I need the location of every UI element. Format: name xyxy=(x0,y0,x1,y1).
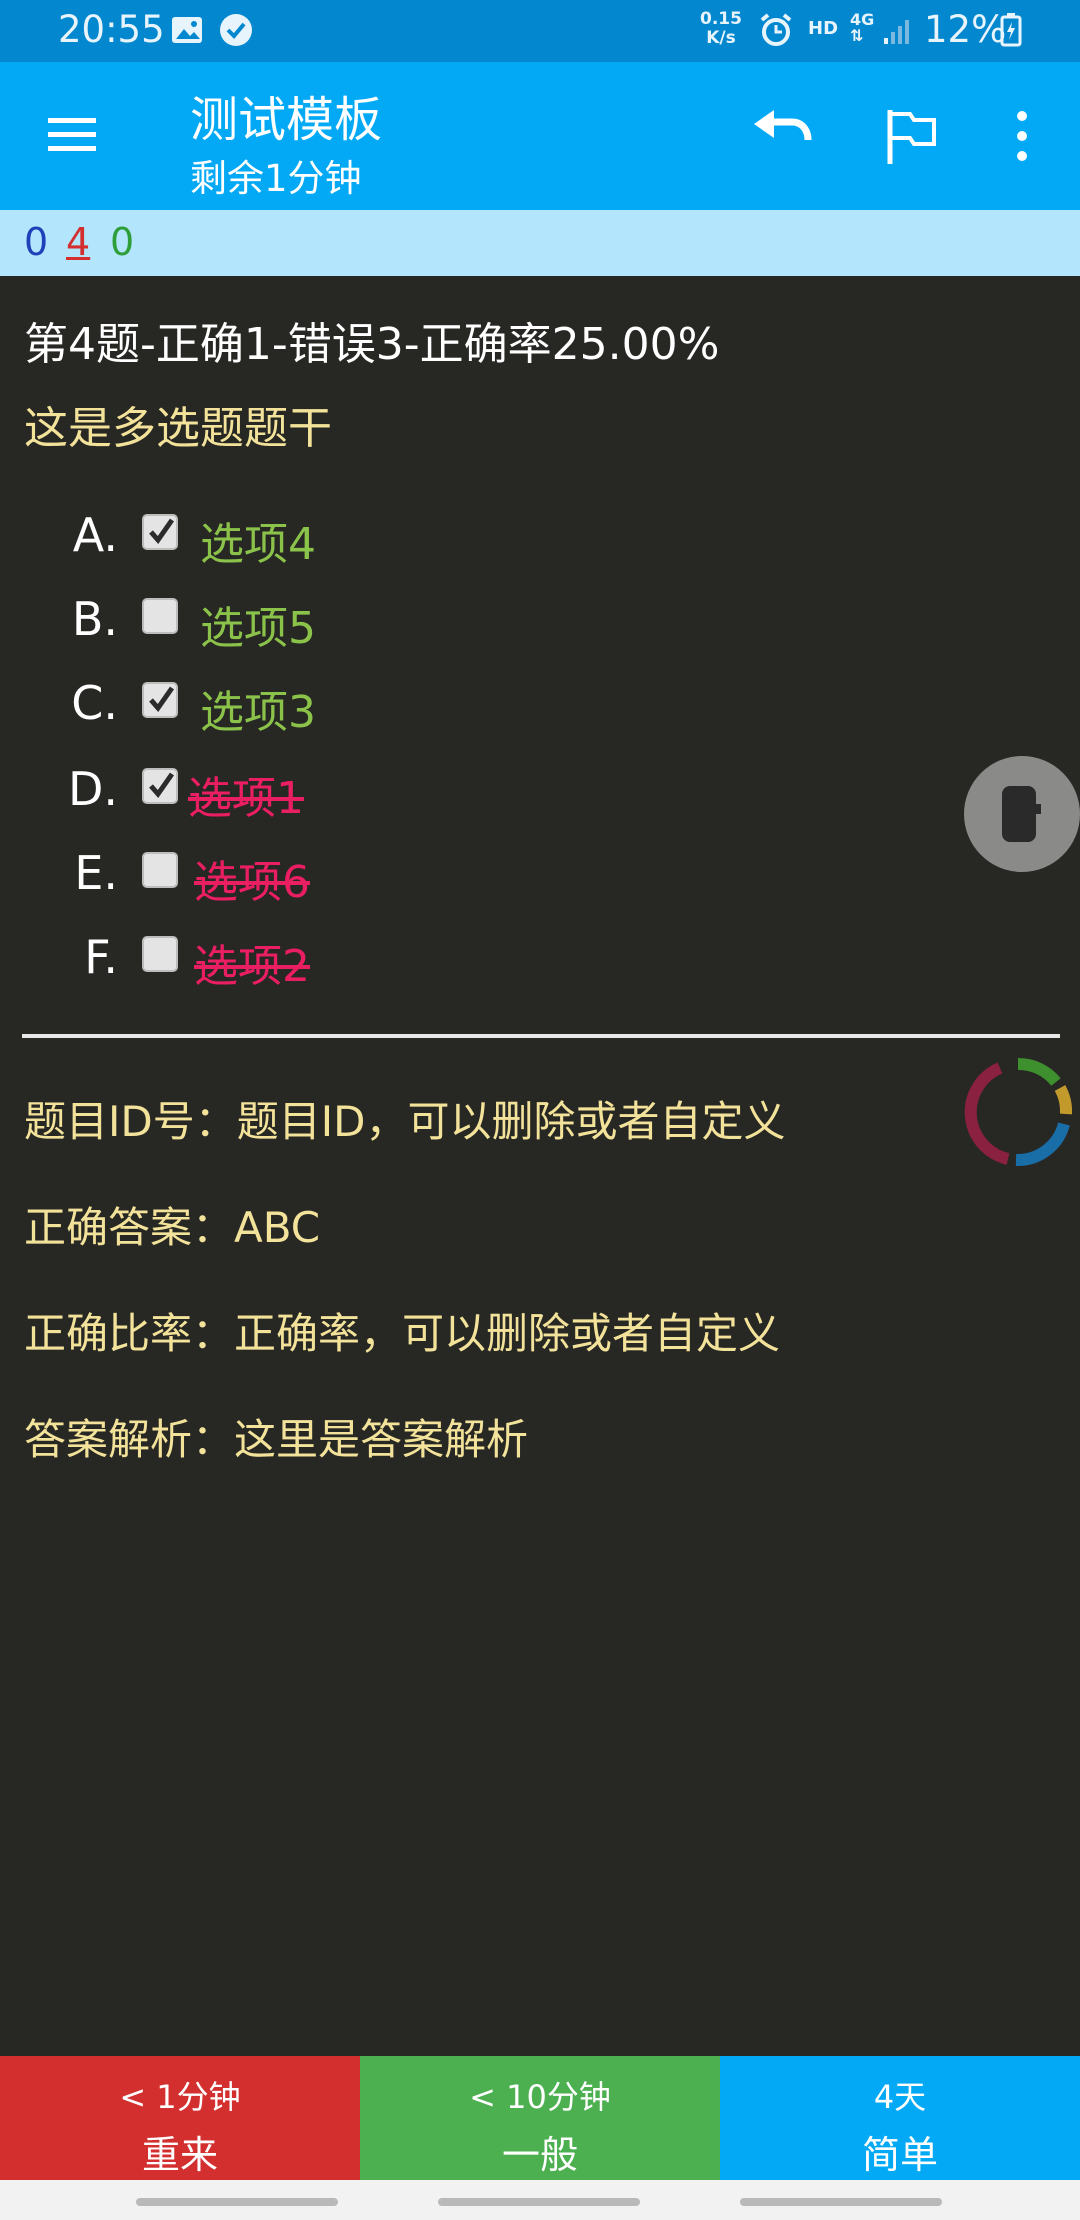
easy-interval: 4天 xyxy=(873,2078,927,2116)
hd-indicator: HD xyxy=(808,18,839,39)
option-f[interactable]: F. 选项2 xyxy=(0,924,400,994)
easy-label: 简单 xyxy=(861,2133,938,2177)
option-letter: D. xyxy=(67,762,118,816)
answer-divider xyxy=(22,1034,1060,1038)
good-button[interactable]: < 10分钟 一般 xyxy=(360,2056,720,2180)
app-notification-icon xyxy=(218,12,254,48)
page-title: 测试模板 xyxy=(190,92,383,148)
option-letter: A. xyxy=(72,508,118,562)
option-label: 选项4 xyxy=(200,519,316,570)
option-label: 选项2 xyxy=(194,941,310,992)
option-label: 选项1 xyxy=(188,773,304,824)
nav-recents-button[interactable] xyxy=(136,2198,338,2206)
app-bar: 测试模板 剩余1分钟 xyxy=(0,62,1080,210)
page-subtitle: 剩余1分钟 xyxy=(190,157,362,200)
good-interval: < 10分钟 xyxy=(469,2078,611,2116)
undo-icon[interactable] xyxy=(752,106,814,164)
option-label: 选项5 xyxy=(200,603,316,654)
network-type: 4G ⇅ xyxy=(850,10,875,45)
checkbox-checked[interactable] xyxy=(142,514,178,550)
option-e[interactable]: E. 选项6 xyxy=(0,840,400,910)
nav-home-button[interactable] xyxy=(438,2198,640,2206)
more-vert-icon[interactable] xyxy=(1004,106,1040,166)
option-letter: C. xyxy=(71,676,118,730)
checkbox-checked[interactable] xyxy=(142,682,178,718)
alarm-icon xyxy=(758,12,794,48)
status-bar: 20:55 0.15 K/s HD 4G ⇅ 12% xyxy=(0,0,1080,62)
option-letter: E. xyxy=(74,846,118,900)
correct-answer-line: 正确答案：ABC xyxy=(24,1203,321,1252)
new-count: 0 xyxy=(24,220,49,264)
system-nav-bar xyxy=(0,2180,1080,2220)
nav-back-button[interactable] xyxy=(740,2198,942,2206)
network-speed: 0.15 K/s xyxy=(700,9,742,48)
question-header: 第4题-正确1-错误3-正确率25.00% xyxy=(24,319,720,370)
question-stem: 这是多选题题干 xyxy=(24,403,332,454)
option-label: 选项6 xyxy=(194,857,310,908)
checkbox-unchecked[interactable] xyxy=(142,852,178,888)
question-id-line: 题目ID号：题目ID，可以删除或者自定义 xyxy=(24,1097,786,1146)
menu-icon[interactable] xyxy=(44,110,100,160)
floating-assistive-button[interactable] xyxy=(964,756,1080,872)
again-label: 重来 xyxy=(141,2133,218,2177)
signal-icon xyxy=(880,12,916,48)
battery-level: 12% xyxy=(924,8,1007,51)
easy-button[interactable]: 4天 简单 xyxy=(720,2056,1080,2180)
option-letter: F. xyxy=(84,930,118,984)
checkbox-unchecked[interactable] xyxy=(142,598,178,634)
option-d[interactable]: D. 选项1 xyxy=(0,756,400,826)
option-a[interactable]: A. 选项4 xyxy=(0,502,400,572)
checkbox-checked[interactable] xyxy=(142,768,178,804)
option-letter: B. xyxy=(71,592,118,646)
flag-icon[interactable] xyxy=(884,106,940,168)
learning-count: 4 xyxy=(66,220,91,264)
status-time: 20:55 xyxy=(58,8,165,51)
image-icon xyxy=(170,12,206,48)
option-c[interactable]: C. 选项3 xyxy=(0,670,400,740)
battery-charging-icon xyxy=(1000,12,1022,48)
review-count: 0 xyxy=(110,220,135,264)
answer-analysis-line: 答案解析：这里是答案解析 xyxy=(24,1415,529,1464)
correct-rate-line: 正确比率：正确率，可以删除或者自定义 xyxy=(24,1309,781,1358)
again-button[interactable]: < 1分钟 重来 xyxy=(0,2056,360,2180)
card-counts: 0 4 0 xyxy=(0,210,1080,276)
good-label: 一般 xyxy=(501,2133,578,2177)
loading-ring-icon xyxy=(960,1054,1076,1170)
option-b[interactable]: B. 选项5 xyxy=(0,586,400,656)
checkbox-unchecked[interactable] xyxy=(142,936,178,972)
option-label: 选项3 xyxy=(200,687,316,738)
again-interval: < 1分钟 xyxy=(119,2078,241,2116)
